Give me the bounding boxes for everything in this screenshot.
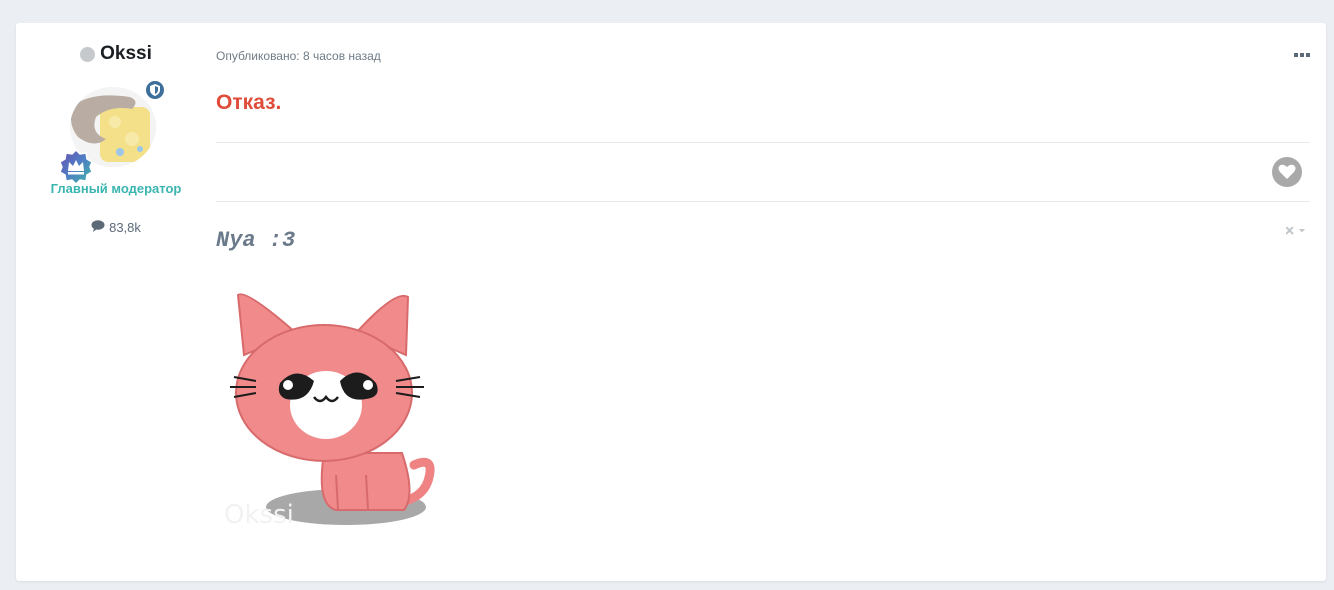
shield-icon bbox=[144, 79, 166, 101]
post-body: Отказ. bbox=[216, 91, 282, 114]
more-horizontal-icon[interactable] bbox=[1294, 45, 1310, 63]
post-count-value: 83,8k bbox=[109, 220, 141, 235]
author-name-row: Okssi bbox=[16, 43, 216, 65]
heart-icon[interactable] bbox=[1272, 157, 1302, 187]
avatar-wrap bbox=[59, 79, 166, 186]
signature-cat-image: Okssi bbox=[216, 285, 456, 535]
signature-divider bbox=[216, 201, 1310, 202]
crown-badge-icon bbox=[58, 148, 94, 186]
post-divider bbox=[216, 142, 1310, 143]
signature-text: Nya :3 bbox=[216, 228, 296, 253]
post-date[interactable]: Опубликовано: 8 часов назад bbox=[216, 49, 381, 63]
post-count: 83,8k bbox=[16, 220, 216, 235]
post-card: Okssi Главный модератор 83,8k Опубликова… bbox=[16, 23, 1326, 581]
post-content: Опубликовано: 8 часов назад Отказ. Nya :… bbox=[216, 23, 1310, 581]
presence-dot-icon bbox=[80, 46, 96, 62]
author-title: Главный модератор bbox=[50, 181, 182, 196]
comment-icon bbox=[91, 220, 105, 235]
author-panel: Okssi Главный модератор 83,8k bbox=[16, 23, 216, 581]
author-name[interactable]: Okssi bbox=[100, 43, 152, 65]
close-dropdown-icon[interactable] bbox=[1285, 226, 1306, 238]
signature-watermark: Okssi bbox=[224, 500, 294, 530]
